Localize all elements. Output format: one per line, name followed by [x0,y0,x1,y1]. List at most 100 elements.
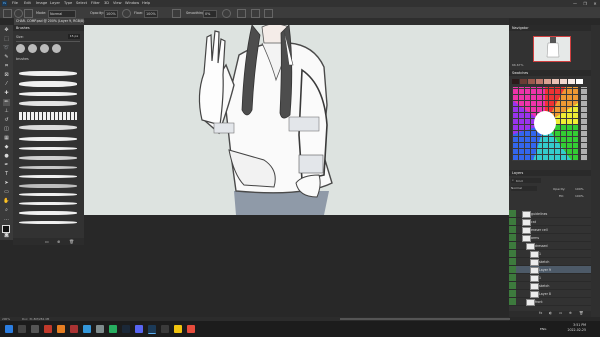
layer-row[interactable]: Layer 8 [509,290,591,298]
marquee-tool-icon[interactable]: ⬚ [3,36,10,43]
layer-row[interactable]: dressed [509,242,591,250]
layer-blend-mode[interactable]: Normal [511,186,537,191]
horizontal-scrollbar[interactable] [340,318,510,320]
pressure-size-icon[interactable] [251,9,260,18]
brush-tip-icon[interactable] [16,44,25,53]
layer-visibility-eye-icon[interactable] [509,242,516,249]
eyedropper-tool-icon[interactable]: ⁄ [3,81,10,88]
brush-preset-1[interactable] [19,71,77,76]
layer-opacity-value[interactable]: 100% [575,187,584,191]
quick-mask-icon[interactable]: ◙ [3,232,10,239]
menu-image[interactable]: Image [36,1,47,5]
swatch[interactable] [560,79,567,84]
layer-row[interactable]: 1 [509,274,591,282]
folder-icon[interactable]: ▭ [559,311,562,315]
app-icon-darkred[interactable] [70,325,78,333]
symmetry-icon[interactable] [264,9,273,18]
brush-preset-11[interactable] [19,175,77,178]
brush-preset-12[interactable] [19,184,77,188]
layer-row[interactable]: Layer 9 [509,266,591,274]
app-icon-gray[interactable] [96,325,104,333]
layer-row[interactable]: 1 [509,250,591,258]
layer-visibility-eye-icon[interactable] [509,290,516,297]
hand-tool-icon[interactable]: ✋ [3,198,10,205]
swatch[interactable] [520,79,527,84]
brush-preset-6[interactable] [19,125,77,130]
opacity-input[interactable]: 100% [104,9,118,18]
path-select-tool-icon[interactable]: ➤ [3,180,10,187]
layer-visibility-eye-icon[interactable] [509,258,516,265]
task-view-icon[interactable] [31,325,39,333]
menu-filter[interactable]: Filter [91,1,100,5]
grayscale-swatches[interactable] [581,87,587,161]
new-layer-icon[interactable]: ⊕ [569,311,572,315]
lasso-tool-icon[interactable]: ➰ [3,45,10,52]
layer-visibility-eye-icon[interactable] [509,298,516,305]
brush-size-input[interactable]: 15 px [68,34,80,39]
layer-fill-value[interactable]: 100% [575,194,584,198]
app-icon-red-2[interactable] [187,325,195,333]
layer-row[interactable]: arms [509,234,591,242]
menu-type[interactable]: Type [64,1,72,5]
layer-visibility-eye-icon[interactable] [509,210,516,217]
app-icon-blue[interactable] [83,325,91,333]
layer-row[interactable]: front [509,298,591,306]
brush-size-slider[interactable] [16,41,80,42]
more-tools-icon[interactable]: … [3,216,10,223]
color-wheel-grid[interactable] [512,87,578,161]
airbrush-icon[interactable] [172,9,181,18]
pressure-opacity-icon[interactable] [122,9,131,18]
healing-tool-icon[interactable]: ✚ [3,90,10,97]
folder-taskbar-icon[interactable] [174,325,182,333]
close-icon[interactable]: ✕ [590,0,600,7]
brush-folder[interactable]: brushes [16,57,29,61]
delete-brush-icon[interactable]: 🗑 [69,239,74,244]
menu-3d[interactable]: 3D [104,1,109,5]
mask-icon[interactable]: ◐ [549,311,552,315]
layer-visibility-eye-icon[interactable] [509,218,516,225]
app-icon-red[interactable] [44,325,52,333]
smoothing-input[interactable]: 0% [203,9,217,18]
document-canvas[interactable] [84,25,509,215]
brush-preset-2[interactable] [19,81,77,87]
history-brush-tool-icon[interactable]: ↺ [3,117,10,124]
brush-preset-5[interactable] [19,112,77,120]
trash-icon[interactable]: 🗑 [579,311,583,315]
brush-tip-icon[interactable] [40,44,49,53]
brush-preset-16[interactable] [19,221,77,224]
stamp-tool-icon[interactable]: ⊥ [3,108,10,115]
move-tool-icon[interactable]: ✥ [3,27,10,34]
menu-window[interactable]: Window [125,1,139,5]
brush-preset-7[interactable] [19,137,77,141]
chrome-icon[interactable] [109,325,117,333]
menu-select[interactable]: Select [76,1,87,5]
layer-row[interactable]: cat [509,218,591,226]
brush-preset-14[interactable] [19,202,77,205]
brush-preset-4[interactable] [19,101,77,106]
menu-file[interactable]: File [12,1,18,5]
layer-visibility-eye-icon[interactable] [509,234,516,241]
layer-visibility-eye-icon[interactable] [509,226,516,233]
zoom-tool-icon[interactable]: ⌕ [3,207,10,214]
brush-preset-3[interactable] [19,92,77,96]
discord-icon[interactable] [135,325,143,333]
search-taskbar-icon[interactable] [18,325,26,333]
brush-preset-8[interactable] [19,147,77,150]
layer-visibility-eye-icon[interactable] [509,274,516,281]
layer-row[interactable]: guidelines [509,210,591,218]
swatch[interactable] [544,79,551,84]
minimize-icon[interactable]: — [570,0,580,7]
gradient-tool-icon[interactable]: ▦ [3,135,10,142]
language-indicator[interactable]: ENG [540,327,546,331]
brush-preset-9[interactable] [19,156,77,160]
brush-tool-preset-icon[interactable] [3,9,12,18]
steam-icon[interactable] [122,325,130,333]
new-brush-icon[interactable]: ⊕ [57,239,60,244]
gear-icon[interactable] [222,9,231,18]
flow-input[interactable]: 100% [144,9,158,18]
crop-tool-icon[interactable]: ⌗ [3,63,10,70]
mode-select[interactable]: Normal [48,9,76,18]
brush-size-icon[interactable] [14,9,23,18]
brush-preset-13[interactable] [19,193,77,196]
clock[interactable]: 3:51 PM 2022-02-25 [567,323,586,333]
